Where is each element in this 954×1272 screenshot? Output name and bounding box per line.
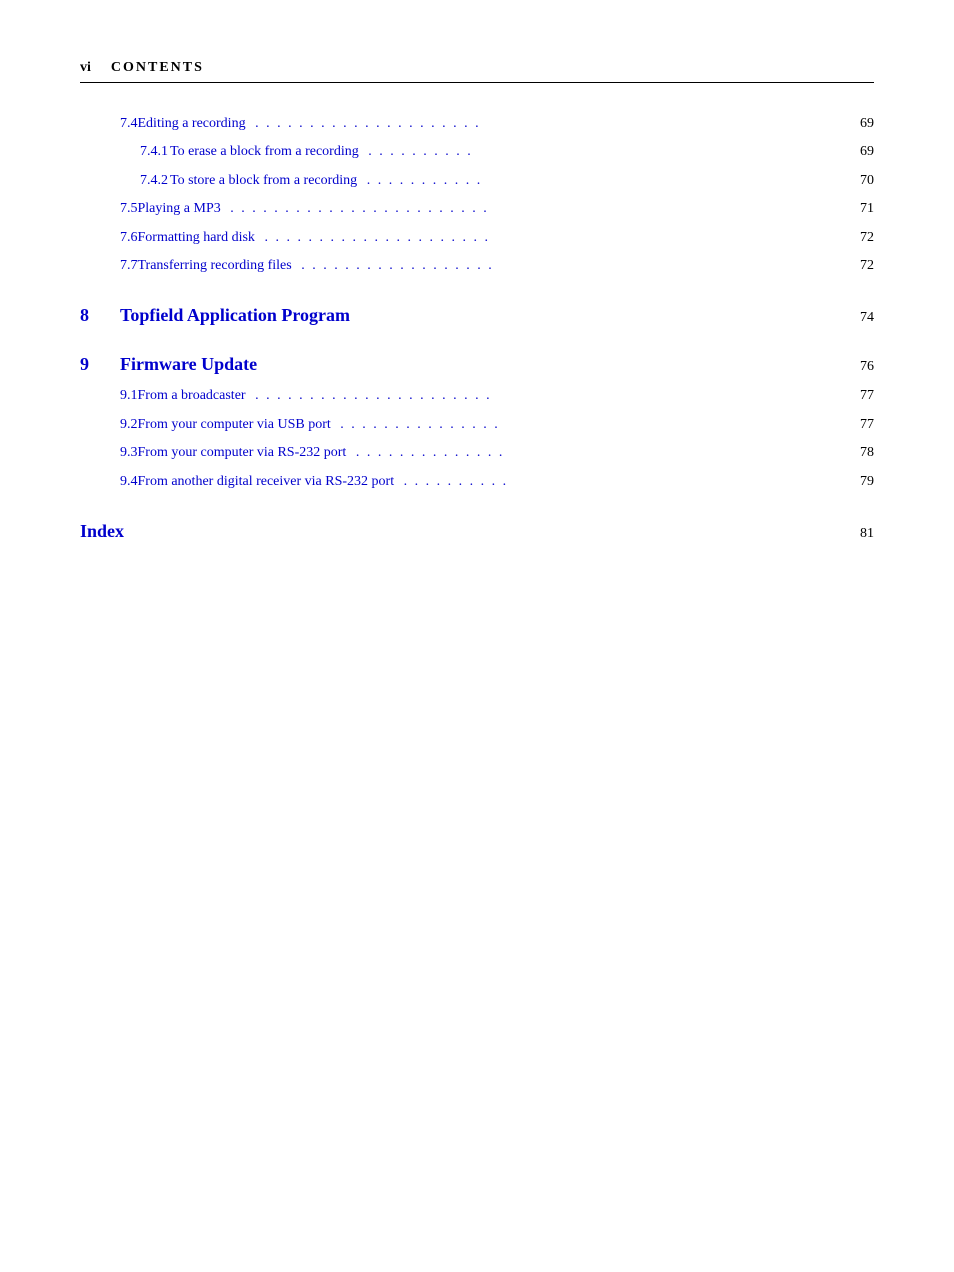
toc-dots-7-4: . . . . . . . . . . . . . . . . . . . . … — [250, 113, 840, 135]
toc-number-7-4-2: 7.4.2 — [80, 170, 170, 192]
chapter-8-header: 8 Topfield Application Program 74 — [80, 305, 874, 326]
toc-text-7-6: Formatting hard disk — [138, 227, 255, 249]
toc-number-7-5: 7.5 — [80, 198, 138, 220]
toc-dots-9-2: . . . . . . . . . . . . . . . — [335, 414, 840, 436]
toc-row-7-6: 7.6 Formatting hard disk . . . . . . . .… — [80, 227, 874, 249]
toc-label-7-4-2: To store a block from a recording . . . … — [170, 170, 844, 192]
header-section-label: vi — [80, 60, 91, 76]
toc-label-7-5: Playing a MP3 . . . . . . . . . . . . . … — [138, 198, 845, 220]
toc-number-7-4: 7.4 — [80, 113, 138, 135]
toc-page-9-3: 78 — [844, 442, 874, 464]
toc-section-9: 9.1 From a broadcaster . . . . . . . . .… — [80, 385, 874, 493]
toc-label-9-4: From another digital receiver via RS-232… — [138, 471, 845, 493]
toc-text-9-3: From your computer via RS-232 port — [138, 442, 347, 464]
toc-text-7-4-1: To erase a block from a recording — [170, 141, 359, 163]
toc-label-9-2: From your computer via USB port . . . . … — [138, 414, 845, 436]
toc-row-9-3: 9.3 From your computer via RS-232 port .… — [80, 442, 874, 464]
toc-label-7-7: Transferring recording files . . . . . .… — [138, 255, 845, 277]
toc-dots-7-4-1: . . . . . . . . . . — [363, 141, 840, 163]
toc-page-7-4: 69 — [844, 113, 874, 135]
toc-row-7-4-1: 7.4.1 To erase a block from a recording … — [80, 141, 874, 163]
toc-page-9-2: 77 — [844, 414, 874, 436]
toc-page-7-7: 72 — [844, 255, 874, 277]
toc-page-7-5: 71 — [844, 198, 874, 220]
header-title: CONTENTS — [111, 60, 204, 76]
toc-text-7-4: Editing a recording — [138, 113, 246, 135]
chapter-9-header: 9 Firmware Update 76 — [80, 354, 874, 375]
toc-page-9-4: 79 — [844, 471, 874, 493]
toc-section-7: 7.4 Editing a recording . . . . . . . . … — [80, 113, 874, 277]
toc-page-9-1: 77 — [844, 385, 874, 407]
toc-row-7-4-2: 7.4.2 To store a block from a recording … — [80, 170, 874, 192]
toc-label-7-4: Editing a recording . . . . . . . . . . … — [138, 113, 845, 135]
chapter-8-number: 8 — [80, 305, 120, 326]
toc-number-9-3: 9.3 — [80, 442, 138, 464]
index-page: 81 — [844, 526, 874, 542]
index-row: Index 81 — [80, 521, 874, 542]
toc-text-9-2: From your computer via USB port — [138, 414, 331, 436]
toc-dots-7-7: . . . . . . . . . . . . . . . . . . — [296, 255, 840, 277]
toc-dots-7-4-2: . . . . . . . . . . . — [361, 170, 840, 192]
toc-row-9-4: 9.4 From another digital receiver via RS… — [80, 471, 874, 493]
toc-text-9-4: From another digital receiver via RS-232… — [138, 471, 395, 493]
toc-number-7-6: 7.6 — [80, 227, 138, 249]
toc-number-7-4-1: 7.4.1 — [80, 141, 170, 163]
toc-page-7-4-2: 70 — [844, 170, 874, 192]
toc-row-7-7: 7.7 Transferring recording files . . . .… — [80, 255, 874, 277]
toc-text-7-4-2: To store a block from a recording — [170, 170, 357, 192]
chapter-9-title: Firmware Update — [120, 354, 844, 375]
page: vi CONTENTS 7.4 Editing a recording . . … — [0, 0, 954, 1272]
toc-page-7-6: 72 — [844, 227, 874, 249]
toc-text-9-1: From a broadcaster — [138, 385, 246, 407]
index-label: Index — [80, 521, 844, 542]
toc-label-7-6: Formatting hard disk . . . . . . . . . .… — [138, 227, 845, 249]
toc-number-9-4: 9.4 — [80, 471, 138, 493]
chapter-8-page: 74 — [844, 310, 874, 326]
toc-number-9-2: 9.2 — [80, 414, 138, 436]
chapter-8-title: Topfield Application Program — [120, 305, 844, 326]
toc-row-9-1: 9.1 From a broadcaster . . . . . . . . .… — [80, 385, 874, 407]
chapter-9-number: 9 — [80, 354, 120, 375]
toc-row-7-5: 7.5 Playing a MP3 . . . . . . . . . . . … — [80, 198, 874, 220]
toc-number-9-1: 9.1 — [80, 385, 138, 407]
toc-dots-9-4: . . . . . . . . . . — [398, 471, 840, 493]
page-header: vi CONTENTS — [80, 60, 874, 83]
toc-text-7-7: Transferring recording files — [138, 255, 292, 277]
toc-row-7-4: 7.4 Editing a recording . . . . . . . . … — [80, 113, 874, 135]
toc-dots-7-6: . . . . . . . . . . . . . . . . . . . . … — [259, 227, 840, 249]
toc-page-7-4-1: 69 — [844, 141, 874, 163]
toc-dots-9-3: . . . . . . . . . . . . . . — [350, 442, 840, 464]
toc-text-7-5: Playing a MP3 — [138, 198, 221, 220]
toc-label-7-4-1: To erase a block from a recording . . . … — [170, 141, 844, 163]
toc-label-9-3: From your computer via RS-232 port . . .… — [138, 442, 845, 464]
toc-dots-9-1: . . . . . . . . . . . . . . . . . . . . … — [250, 385, 840, 407]
chapter-9-page: 76 — [844, 359, 874, 375]
toc-number-7-7: 7.7 — [80, 255, 138, 277]
toc-dots-7-5: . . . . . . . . . . . . . . . . . . . . … — [225, 198, 840, 220]
toc-row-9-2: 9.2 From your computer via USB port . . … — [80, 414, 874, 436]
toc-label-9-1: From a broadcaster . . . . . . . . . . .… — [138, 385, 845, 407]
